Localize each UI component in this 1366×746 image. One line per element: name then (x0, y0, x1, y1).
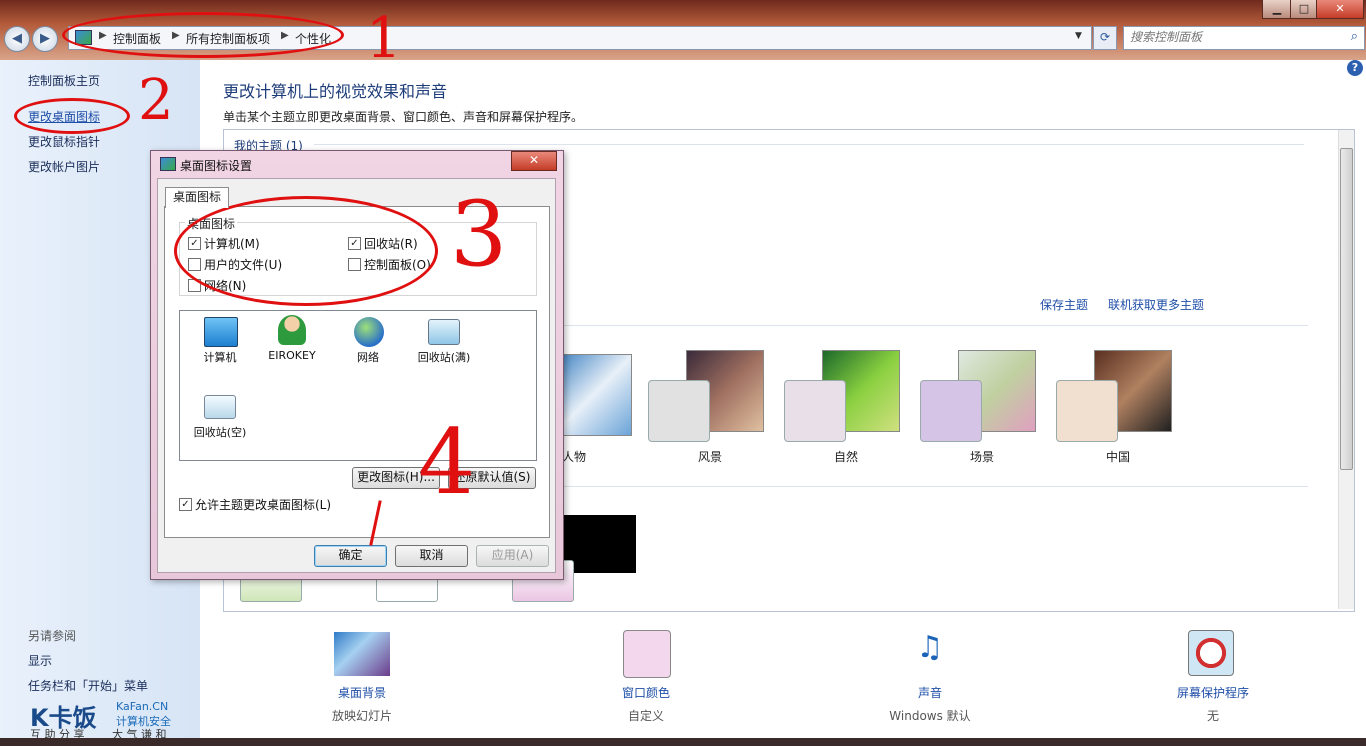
cancel-button[interactable]: 取消 (395, 545, 468, 567)
see-also-taskbar[interactable]: 任务栏和「开始」菜单 (28, 677, 148, 694)
dialog-title: 桌面图标设置 (180, 159, 253, 173)
forward-button[interactable]: ▶ (32, 26, 58, 52)
screensaver-icon[interactable] (1188, 630, 1234, 676)
sidebar-item-home[interactable]: 控制面板主页 (28, 72, 100, 89)
chevron-down-icon[interactable]: ▼ (1075, 31, 1082, 41)
theme-nature-label[interactable]: 自然 (806, 448, 886, 465)
sidebar-item-account-picture[interactable]: 更改帐户图片 (28, 158, 100, 175)
save-theme-link[interactable]: 保存主题 (1040, 296, 1088, 313)
theme-landscape-label[interactable]: 风景 (670, 448, 750, 465)
theme-china-preview[interactable] (1056, 380, 1118, 442)
get-more-themes-link[interactable]: 联机获取更多主题 (1108, 296, 1204, 313)
recycle-bin-empty-icon[interactable] (204, 395, 236, 419)
tab-desktop-icons[interactable]: 桌面图标 (165, 187, 229, 208)
icon-label[interactable]: 回收站(满) (404, 349, 484, 365)
theme-nature-preview[interactable] (784, 380, 846, 442)
icon-label[interactable]: EIROKEY (252, 349, 332, 362)
theme-people-preview[interactable] (554, 354, 632, 436)
window-color-tool[interactable]: 窗口颜色 自定义 (586, 684, 706, 724)
desktop-background-icon[interactable] (334, 632, 390, 676)
sounds-tool[interactable]: 声音 Windows 默认 (870, 684, 990, 724)
divider (314, 144, 1304, 145)
annotation-number-3: 3 (450, 182, 508, 287)
sidebar-item-mouse-pointers[interactable]: 更改鼠标指针 (28, 133, 100, 150)
annotation-number-2: 2 (138, 68, 174, 133)
annotation-ring-breadcrumb (62, 12, 344, 58)
search-box[interactable]: ⌕ (1123, 26, 1365, 50)
close-button[interactable]: ✕ (1316, 0, 1364, 19)
ok-button[interactable]: 确定 (314, 545, 387, 567)
icon-label[interactable]: 网络 (328, 349, 408, 365)
back-button[interactable]: ◀ (4, 26, 30, 52)
allow-themes-checkbox[interactable]: ✓ (179, 498, 192, 511)
page-title: 更改计算机上的视觉效果和声音 (223, 82, 448, 101)
maximize-button[interactable]: □ (1290, 0, 1318, 19)
help-icon[interactable]: ? (1347, 60, 1363, 76)
page-description: 单击某个主题立即更改桌面背景、窗口颜色、声音和屏幕保护程序。 (223, 110, 584, 124)
network-icon[interactable] (354, 317, 384, 347)
refresh-icon[interactable]: ⟳ (1093, 26, 1117, 50)
tool-name[interactable]: 窗口颜色 (586, 684, 706, 701)
taskbar (0, 738, 1366, 746)
see-also-display[interactable]: 显示 (28, 652, 52, 669)
tool-value: 放映幻灯片 (331, 709, 392, 723)
desktop-background-tool[interactable]: 桌面背景 放映幻灯片 (302, 684, 422, 724)
minimize-button[interactable]: ▁ (1262, 0, 1292, 19)
icon-list[interactable]: 计算机 EIROKEY 网络 回收站(满) 回收站(空) (179, 310, 537, 461)
tool-name[interactable]: 桌面背景 (302, 684, 422, 701)
search-input[interactable] (1124, 27, 1336, 47)
computer-icon[interactable] (204, 317, 238, 347)
dialog-close-button[interactable]: ✕ (511, 151, 557, 171)
dialog-icon (160, 157, 176, 171)
sound-icon[interactable]: ♫ (906, 630, 954, 676)
tool-name[interactable]: 声音 (870, 684, 990, 701)
annotation-ring-checkboxes (174, 196, 438, 306)
icon-label[interactable]: 回收站(空) (180, 424, 260, 440)
theme-scene-label[interactable]: 场景 (942, 448, 1022, 465)
annotation-number-1: 1 (366, 6, 402, 71)
tool-name[interactable]: 屏幕保护程序 (1153, 684, 1273, 701)
icon-label[interactable]: 计算机 (180, 349, 260, 365)
tool-value: Windows 默认 (889, 709, 971, 723)
annotation-ring-sidebar (14, 98, 130, 134)
scrollbar-thumb[interactable] (1340, 148, 1353, 470)
window-color-icon[interactable] (623, 630, 671, 678)
kafan-site: KaFan.CN (116, 700, 169, 713)
theme-china-label[interactable]: 中国 (1078, 448, 1158, 465)
annotation-number-4: 4 (418, 410, 476, 515)
screensaver-tool[interactable]: 屏幕保护程序 无 (1153, 684, 1273, 724)
user-folder-icon[interactable] (278, 315, 306, 345)
allow-themes-checkbox-label[interactable]: 允许主题更改桌面图标(L) (195, 496, 331, 513)
theme-scene-preview[interactable] (920, 380, 982, 442)
see-also-heading: 另请参阅 (28, 629, 77, 643)
apply-button[interactable]: 应用(A) (476, 545, 549, 567)
tool-value: 自定义 (627, 709, 664, 723)
recycle-bin-full-icon[interactable] (428, 319, 460, 345)
theme-landscape-preview[interactable] (648, 380, 710, 442)
tool-value: 无 (1206, 709, 1219, 723)
search-icon[interactable]: ⌕ (1351, 29, 1358, 44)
